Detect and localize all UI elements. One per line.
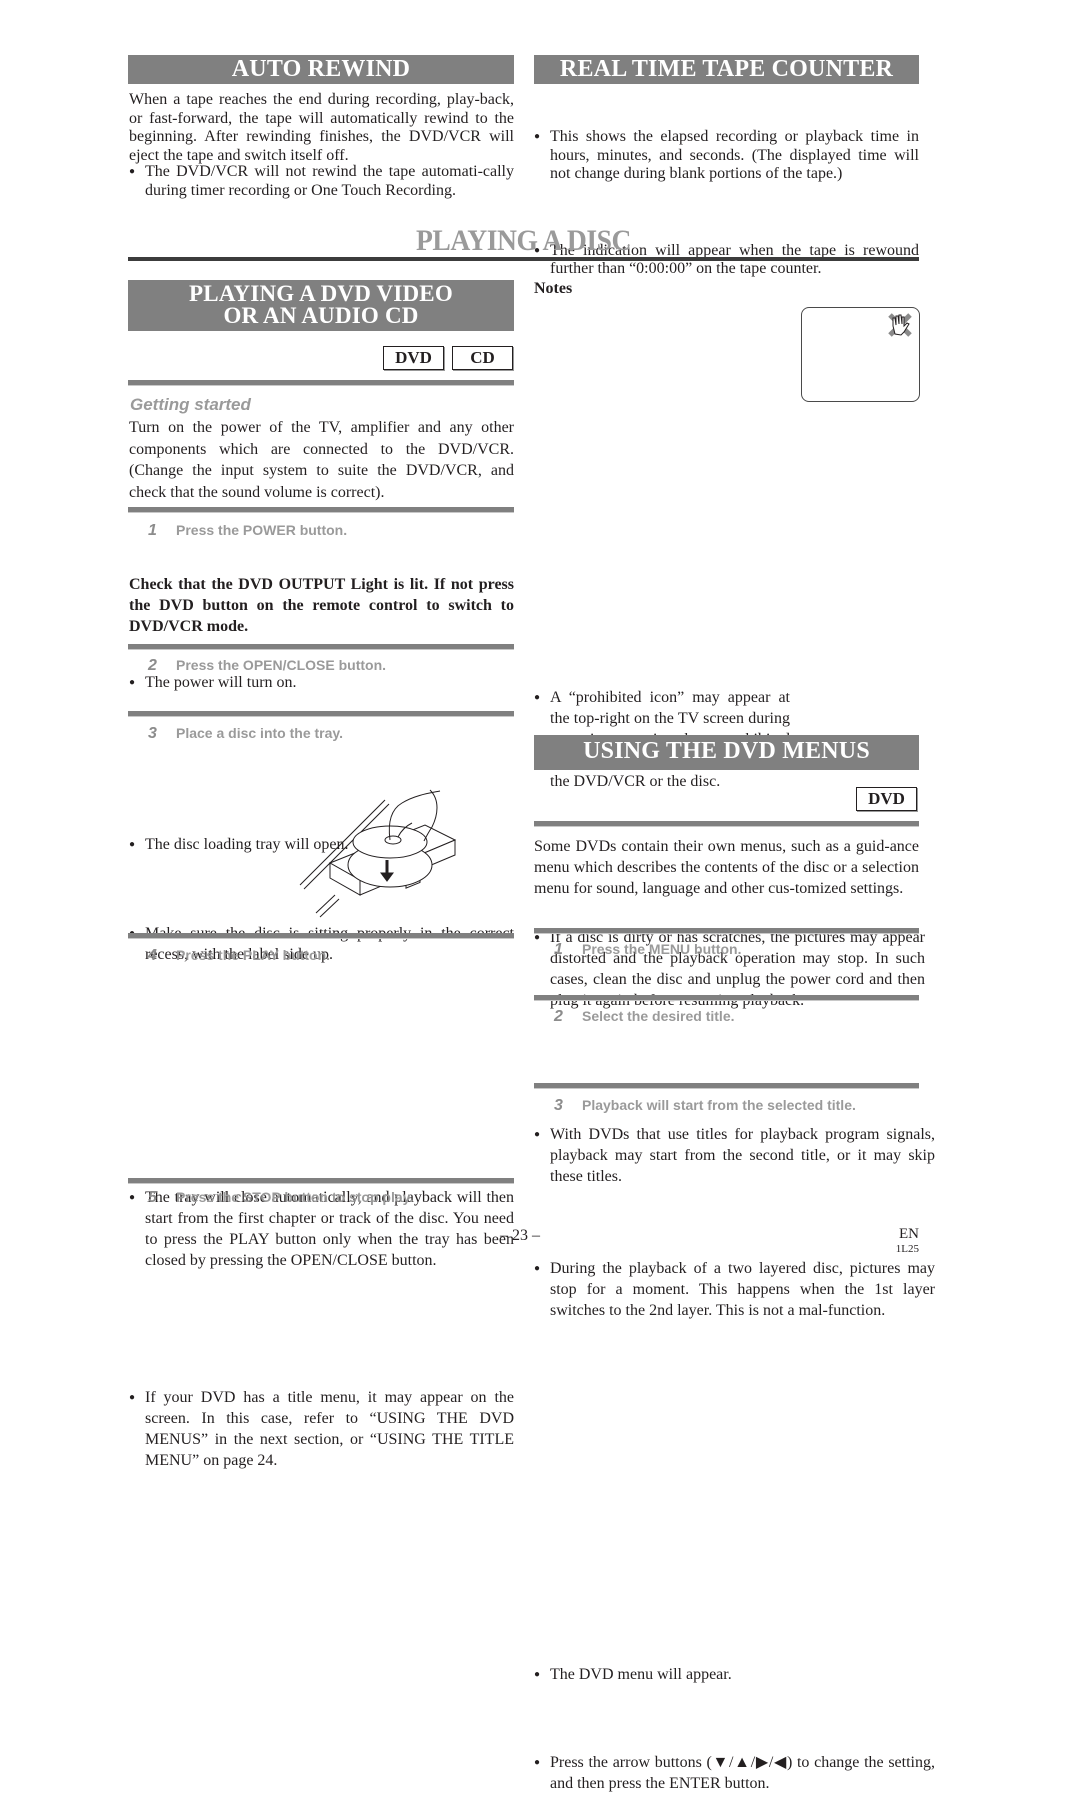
page-title-rule bbox=[128, 257, 919, 261]
section-rule bbox=[534, 1083, 919, 1089]
menu-step-2-bullet: Press the arrow buttons (▼/▲/▶/◀) to cha… bbox=[534, 1752, 935, 1794]
footer-code: 1L25 bbox=[895, 1243, 919, 1255]
cd-tag: CD bbox=[452, 346, 513, 370]
step-1-power: 1 Press the POWER button. bbox=[148, 522, 348, 539]
page-number: – 23 – bbox=[500, 1227, 540, 1244]
tape-counter-bullet: This shows the elapsed recording or play… bbox=[534, 128, 919, 184]
section-rule bbox=[534, 821, 919, 827]
playing-dvd-banner: PLAYING A DVD VIDEO OR AN AUDIO CD bbox=[128, 280, 514, 331]
page-title: PLAYING A DISC bbox=[416, 224, 631, 257]
section-rule bbox=[128, 933, 514, 939]
dvd-output-note: Check that the DVD OUTPUT Light is lit. … bbox=[129, 576, 514, 635]
disc-tray-illustration bbox=[299, 789, 457, 918]
notes-bullet: With DVDs that use titles for playback p… bbox=[534, 1124, 935, 1187]
auto-rewind-bullet: The DVD/VCR will not rewind the tape aut… bbox=[129, 163, 514, 200]
chassis-line bbox=[319, 898, 340, 918]
auto-rewind-paragraph: When a tape reaches the end during recor… bbox=[129, 91, 514, 164]
menu-step-1: 1 Press the MENU button. bbox=[554, 941, 742, 958]
step-4-play: 4 Press the PLAY button. bbox=[148, 947, 331, 964]
section-rule bbox=[128, 644, 514, 650]
step-2-open-close: 2 Press the OPEN/CLOSE button. bbox=[148, 657, 387, 674]
menu-step-1-bullet: The DVD menu will appear. bbox=[534, 1664, 919, 1685]
dvd-menus-banner: USING THE DVD MENUS bbox=[534, 735, 919, 770]
step-5-stop: 5 Press the STOP button to stop play. bbox=[148, 1189, 414, 1206]
auto-rewind-title: AUTO REWIND bbox=[231, 56, 411, 82]
notes-bullet: During the playback of a two layered dis… bbox=[534, 1258, 935, 1321]
dvd-menus-paragraph: Some DVDs contain their own menus, such … bbox=[534, 838, 919, 897]
getting-started-text: Turn on the power of the TV, amplifier a… bbox=[129, 419, 514, 501]
dvd-tag: DVD bbox=[856, 787, 917, 811]
section-rule bbox=[128, 1178, 514, 1184]
tape-counter-banner: REAL TIME TAPE COUNTER bbox=[534, 55, 919, 84]
chassis-line bbox=[315, 894, 336, 914]
notes-heading: Notes bbox=[534, 280, 573, 297]
step-3-place-disc: 3 Place a disc into the tray. bbox=[148, 725, 344, 742]
dvd-tag: DVD bbox=[383, 346, 444, 370]
menu-step-3: 3 Playback will start from the selected t… bbox=[554, 1097, 856, 1114]
footer-language: EN bbox=[899, 1226, 919, 1242]
tape-counter-title: REAL TIME TAPE COUNTER bbox=[559, 56, 894, 82]
section-rule bbox=[534, 995, 919, 1001]
getting-started-heading: Getting started bbox=[130, 395, 251, 414]
menu-step-2: 2 Select the desired title. bbox=[554, 1008, 735, 1025]
playing-dvd-title-line1: PLAYING A DVD VIDEO bbox=[189, 281, 453, 306]
dvd-menus-title: USING THE DVD MENUS bbox=[583, 738, 870, 764]
playing-dvd-title-line2: OR AN AUDIO CD bbox=[223, 303, 419, 328]
tv-screen-illustration bbox=[801, 307, 920, 402]
section-rule bbox=[128, 380, 514, 386]
prohibited-hand-icon bbox=[888, 313, 912, 337]
disc bbox=[352, 825, 428, 859]
step-4-bullet: If your DVD has a title menu, it may app… bbox=[129, 1387, 514, 1471]
auto-rewind-banner: AUTO REWIND bbox=[128, 55, 514, 84]
section-rule bbox=[128, 507, 514, 513]
section-rule bbox=[534, 928, 919, 934]
section-rule bbox=[128, 711, 514, 717]
